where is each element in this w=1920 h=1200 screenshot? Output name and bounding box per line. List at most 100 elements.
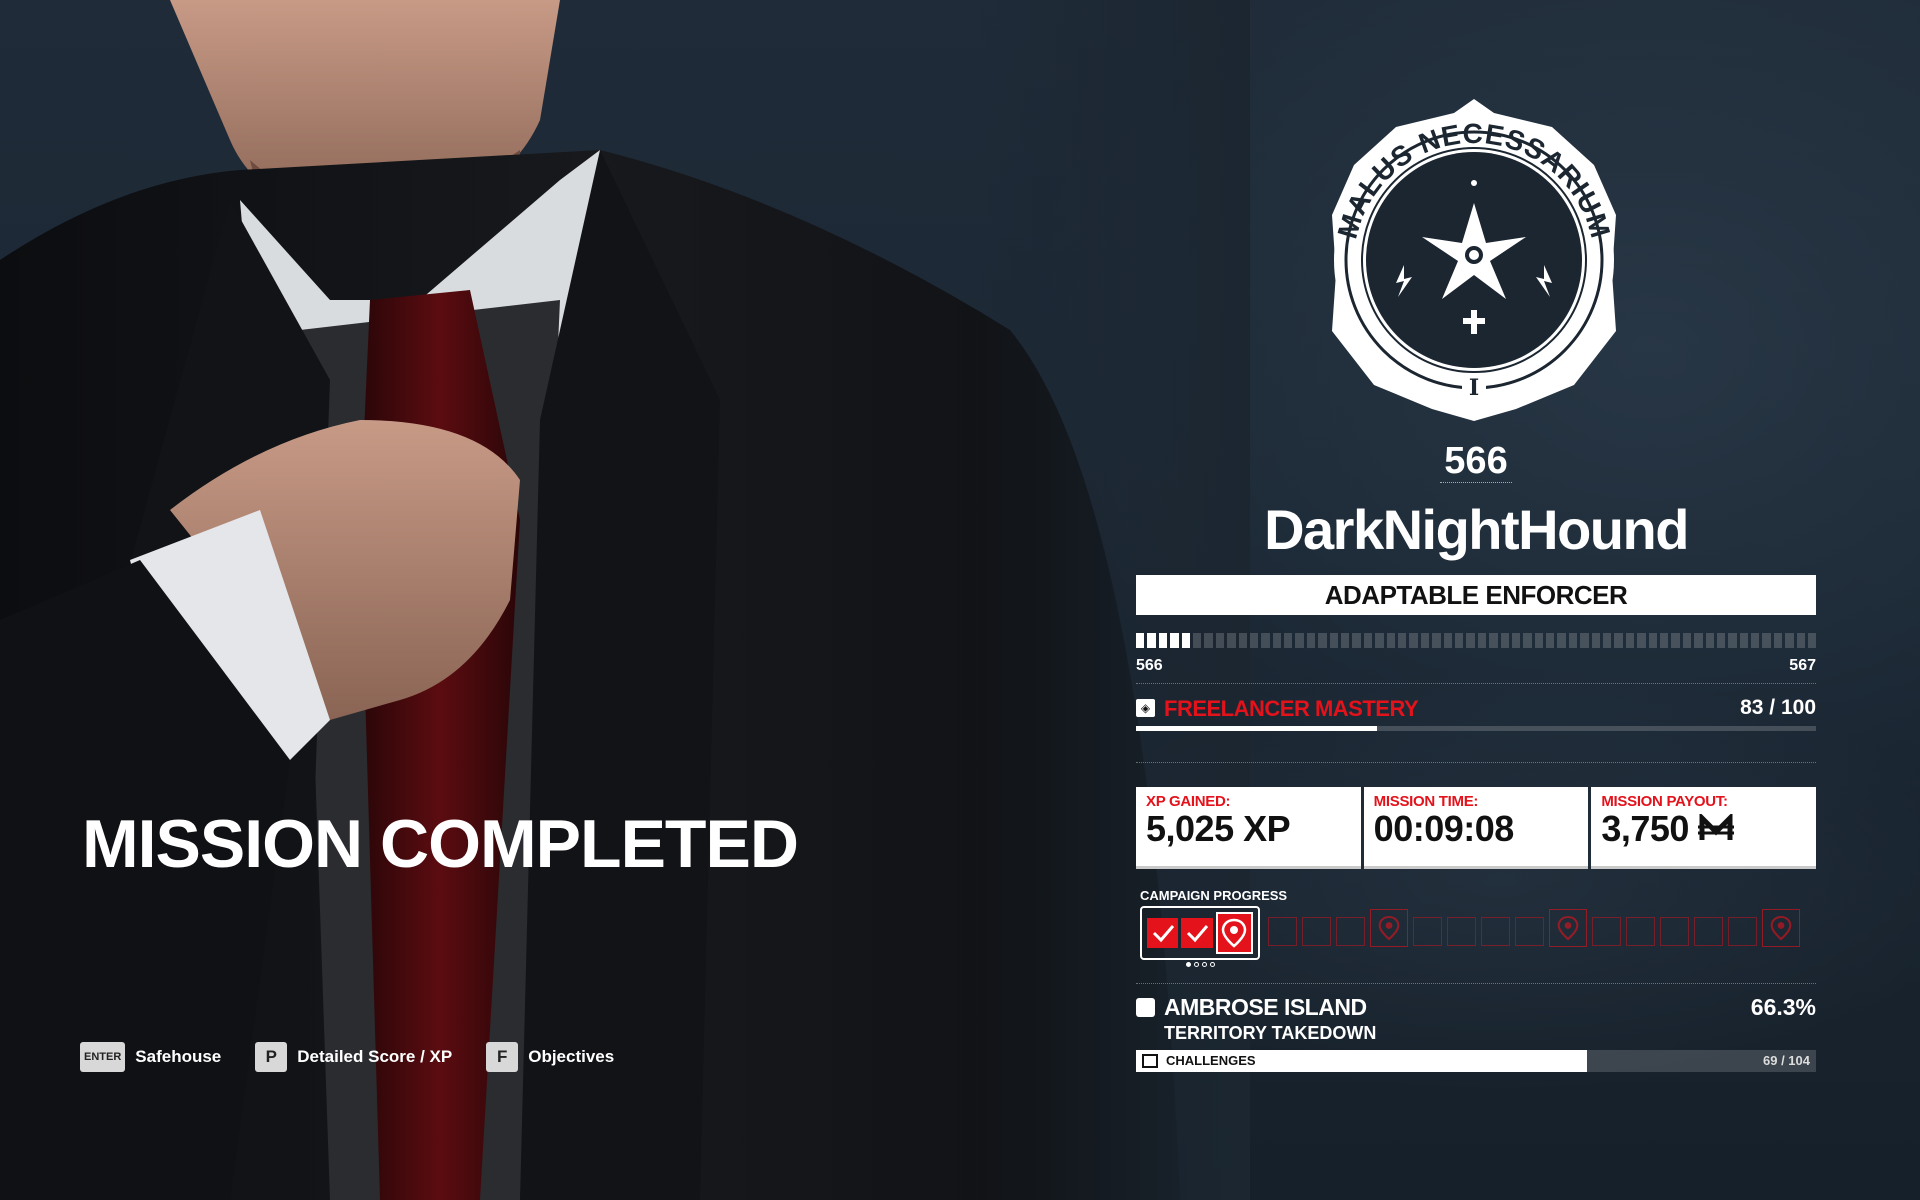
level-progress-tick <box>1705 633 1714 648</box>
stat-value: 00:09:08 <box>1373 808 1515 849</box>
button-prompts: ENTER Safehouse P Detailed Score / XP F … <box>80 1042 614 1072</box>
territory-name: AMBROSE ISLAND <box>1164 994 1367 1020</box>
enter-key-icon: ENTER <box>80 1042 126 1072</box>
prompt-safehouse[interactable]: ENTER Safehouse <box>80 1042 221 1072</box>
level-progress-tick <box>1136 633 1145 648</box>
level-progress-tick <box>1557 633 1566 648</box>
level-progress-tick <box>1170 633 1179 648</box>
challenges-value: 69 / 104 <box>1763 1053 1810 1068</box>
agent-figure-illustration <box>0 0 1250 1200</box>
level-progress-tick <box>1534 633 1544 648</box>
stat-value: 5,025 XP <box>1146 808 1291 849</box>
level-to: 567 <box>1789 657 1816 674</box>
challenges-trophy-icon <box>1142 1054 1158 1068</box>
target-icon <box>1215 912 1253 954</box>
level-progress-tick <box>1625 633 1635 648</box>
campaign-slot <box>1728 916 1757 946</box>
level-progress-tick <box>1466 633 1475 648</box>
profile-emblem: I MALUS NECESSARIUM <box>1316 95 1632 425</box>
challenges-progress-bar: CHALLENGES 69 / 104 <box>1136 1050 1816 1072</box>
level-from: 566 <box>1136 657 1163 674</box>
level-progress-tick <box>1386 633 1395 648</box>
stat-value: 3,750 <box>1601 808 1689 849</box>
level-progress-tick <box>1671 633 1680 648</box>
level-progress-tick <box>1603 633 1612 648</box>
stat-mission-time: MISSION TIME: 00:09:08 <box>1363 787 1589 869</box>
mastery-row: ◈ FREELANCER MASTERY 83 / 100 <box>1136 696 1816 722</box>
campaign-page-dots <box>1186 962 1215 967</box>
campaign-slot <box>1302 916 1331 946</box>
prompt-detailed-score[interactable]: P Detailed Score / XP <box>255 1042 452 1072</box>
level-progress-tick <box>1443 633 1452 648</box>
prompt-objectives[interactable]: F Objectives <box>486 1042 614 1072</box>
campaign-progress-track <box>1140 906 1816 960</box>
level-progress-tick <box>1614 633 1623 648</box>
level-progress-tick <box>1511 633 1521 648</box>
level-progress-bar <box>1136 633 1817 648</box>
level-progress-tick <box>1192 633 1202 648</box>
divider <box>1136 983 1816 984</box>
level-progress-tick <box>1215 633 1225 648</box>
campaign-slot <box>1413 916 1442 946</box>
p-key-icon: P <box>255 1042 288 1072</box>
territory-icon <box>1136 998 1155 1017</box>
level-progress-tick <box>1318 633 1327 648</box>
player-level: 566 <box>1136 440 1816 483</box>
level-progress-tick <box>1500 633 1509 648</box>
campaign-page-dot[interactable] <box>1202 962 1207 967</box>
level-progress-tick <box>1489 633 1498 648</box>
campaign-page-dot[interactable] <box>1210 962 1215 967</box>
level-progress-tick <box>1147 633 1156 648</box>
level-progress-tick <box>1716 633 1726 648</box>
level-progress-tick <box>1420 633 1430 648</box>
level-progress-tick <box>1238 633 1247 648</box>
level-progress-tick <box>1397 633 1407 648</box>
mission-stats: XP GAINED: 5,025 XP MISSION TIME: 00:09:… <box>1136 787 1817 869</box>
level-progress-tick <box>1363 633 1373 648</box>
level-progress-tick <box>1659 633 1669 648</box>
level-progress-tick <box>1785 633 1794 648</box>
prompt-label: Safehouse <box>135 1047 222 1066</box>
stat-xp-gained: XP GAINED: 5,025 XP <box>1136 787 1361 869</box>
campaign-remaining-slots <box>1268 909 1800 947</box>
level-progress-tick <box>1580 633 1589 648</box>
mastery-tag-icon: ◈ <box>1136 699 1155 717</box>
prompt-label: Objectives <box>528 1047 615 1066</box>
divider <box>1136 762 1816 763</box>
merces-icon <box>1698 810 1735 848</box>
mastery-value: 83 / 100 <box>1740 696 1816 719</box>
level-progress-tick <box>1341 633 1350 648</box>
mastery-progress-bar <box>1136 726 1816 731</box>
level-progress-tick <box>1432 633 1441 648</box>
level-progress-tick <box>1694 633 1703 648</box>
player-rank-title: ADAPTABLE ENFORCER <box>1136 575 1816 615</box>
campaign-target-slot-icon <box>1549 909 1587 947</box>
level-progress-tick <box>1306 633 1316 648</box>
level-progress-tick <box>1227 633 1236 648</box>
level-progress-tick <box>1751 633 1760 648</box>
level-progress-tick <box>1284 633 1293 648</box>
level-progress-tick <box>1409 633 1418 648</box>
stat-value-row: 3,750 <box>1601 810 1806 848</box>
level-progress-tick <box>1295 633 1304 648</box>
territory-mode: TERRITORY TAKEDOWN <box>1164 1023 1377 1043</box>
divider <box>1136 683 1816 684</box>
campaign-slot <box>1268 916 1297 946</box>
level-progress-tick <box>1762 633 1771 648</box>
campaign-page-dot[interactable] <box>1186 962 1191 967</box>
campaign-slot <box>1694 916 1723 946</box>
level-progress-tick <box>1352 633 1361 648</box>
campaign-page-dot[interactable] <box>1194 962 1199 967</box>
campaign-target-slot-icon <box>1762 909 1800 947</box>
level-progress-tick <box>1477 633 1487 648</box>
results-panel: I MALUS NECESSARIUM 566 DarkNightHound A… <box>1136 0 1817 1200</box>
challenges-label: CHALLENGES <box>1166 1053 1256 1068</box>
level-progress-tick <box>1637 633 1646 648</box>
campaign-current-group <box>1140 906 1260 960</box>
level-progress-tick <box>1261 633 1270 648</box>
campaign-progress-label: CAMPAIGN PROGRESS <box>1140 888 1288 903</box>
level-progress-tick <box>1808 633 1817 648</box>
level-progress-tick <box>1773 633 1783 648</box>
level-progress-tick <box>1329 633 1339 648</box>
player-username: DarkNightHound <box>1264 498 1689 561</box>
